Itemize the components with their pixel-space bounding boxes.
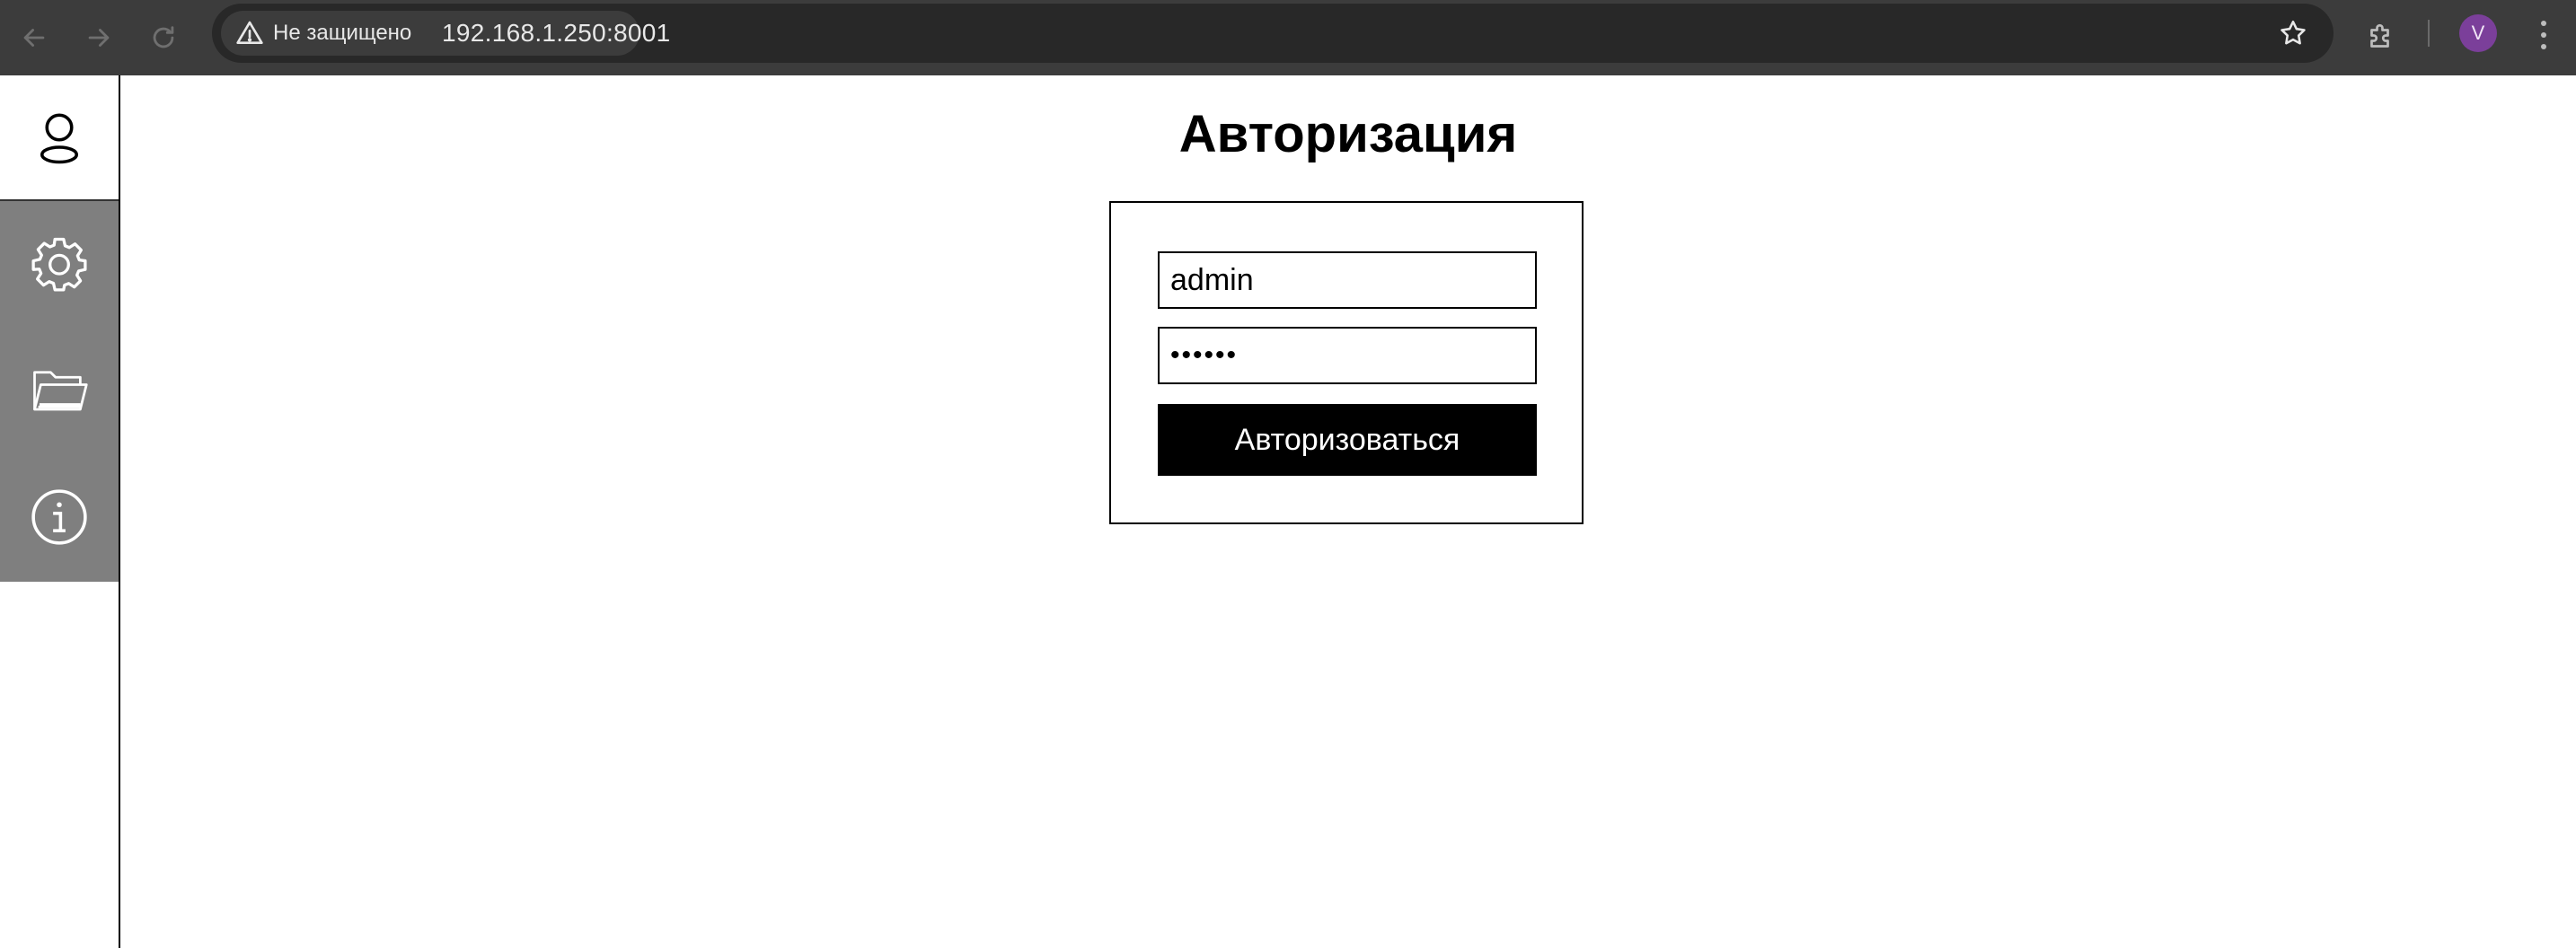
sidebar-item-files[interactable] [0, 327, 119, 452]
login-input[interactable]: admin [1158, 251, 1537, 309]
forward-button[interactable] [74, 13, 124, 63]
sidebar-item-info[interactable] [0, 452, 119, 582]
arrow-right-icon [88, 29, 110, 47]
sidebar [0, 75, 120, 948]
extensions-button[interactable] [2359, 14, 2404, 59]
reload-button[interactable] [138, 13, 189, 63]
security-label: Не защищено [273, 21, 412, 45]
profile-avatar-button[interactable]: V [2459, 14, 2497, 52]
page-title: Авторизация [1178, 105, 1518, 163]
page-content: Авторизация admin •••••• Авторизоваться [0, 75, 2576, 948]
folder-open-icon [33, 371, 88, 411]
gear-icon [31, 237, 87, 292]
login-button[interactable]: Авторизоваться [1158, 404, 1537, 476]
sidebar-item-settings[interactable] [0, 201, 119, 327]
user-icon [40, 113, 79, 164]
info-icon [31, 489, 87, 545]
address-bar[interactable]: Не защищено 192.168.1.250:8001 [212, 4, 2333, 63]
reload-icon [153, 26, 174, 48]
warning-triangle-icon [236, 21, 263, 44]
kebab-menu-icon [2541, 21, 2546, 49]
puzzle-icon [2370, 23, 2389, 48]
browser-toolbar: Не защищено 192.168.1.250:8001 V [0, 0, 2576, 75]
login-form: admin •••••• Авторизоваться [1109, 201, 1584, 524]
arrow-left-icon [23, 29, 45, 47]
password-input[interactable]: •••••• [1158, 327, 1537, 384]
back-button[interactable] [9, 13, 59, 63]
toolbar-divider [2428, 20, 2430, 47]
avatar-letter: V [2471, 22, 2485, 44]
sidebar-item-profile[interactable] [0, 75, 119, 201]
url-text[interactable]: 192.168.1.250:8001 [442, 4, 671, 63]
star-icon [2280, 20, 2306, 45]
bookmark-button[interactable] [2274, 14, 2312, 52]
browser-menu-button[interactable] [2526, 13, 2562, 57]
